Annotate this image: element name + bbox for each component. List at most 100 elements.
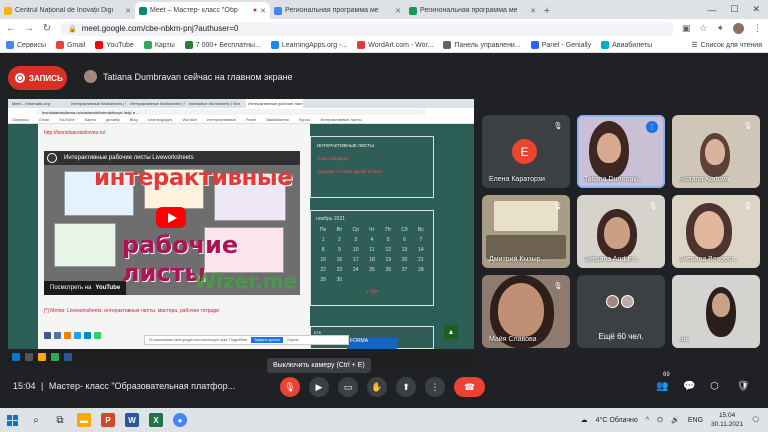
lock-icon: 🔒 xyxy=(68,25,77,33)
bookmark[interactable]: LearningApps.org -... xyxy=(270,41,347,49)
cookie-banner: По умолчанию meet.google.com использует … xyxy=(144,335,349,345)
tab-close-icon[interactable]: ✕ xyxy=(530,7,536,15)
more-participants-tile[interactable]: Ещё 60 чел. xyxy=(577,275,665,348)
more-vert-icon: ⋮ xyxy=(430,381,440,392)
chrome-icon: ● xyxy=(173,413,187,427)
url-field[interactable]: 🔒 meet.google.com/cbe-nbkm-pnj?authuser=… xyxy=(60,21,674,36)
taskbar-app[interactable]: X xyxy=(144,408,168,432)
calendar-date: 12 xyxy=(385,247,392,253)
recording-button[interactable]: ЗАПИСЬ xyxy=(8,66,67,90)
browser-tab[interactable]: Centrul Național de Inovații Digi ✕ xyxy=(0,2,135,19)
taskbar-app[interactable]: P xyxy=(96,408,120,432)
host-controls-icon[interactable]: 🛡 xyxy=(737,381,750,392)
presenter-notice: Tatiana Dumbravan сейчас на главном экра… xyxy=(84,70,293,83)
bookmark[interactable]: Авиабилеты xyxy=(601,41,652,49)
recording-label: ЗАПИСЬ xyxy=(29,73,63,83)
profile-avatar[interactable] xyxy=(733,23,744,34)
tab-close-icon[interactable]: ✕ xyxy=(395,7,401,15)
tab-favicon-icon xyxy=(4,6,12,15)
clock[interactable]: 15:04 30.11.2021 xyxy=(711,411,743,429)
calendar-date: 10 xyxy=(352,247,359,253)
tray-chevron-icon[interactable]: ^ xyxy=(646,417,649,424)
browser-tab-active[interactable]: Meet – Мастер- класс "Обр ● ✕ xyxy=(135,2,270,19)
present-button[interactable]: ⬆ xyxy=(396,377,416,397)
participant-video xyxy=(604,217,630,249)
new-tab-icon[interactable]: + xyxy=(540,2,554,19)
volume-icon[interactable]: 🔊 xyxy=(671,416,680,424)
notifications-icon[interactable]: 🗨 xyxy=(751,416,760,424)
star-icon[interactable]: ☆ xyxy=(699,23,707,34)
browser-tab[interactable]: Региональная программа ме ✕ xyxy=(270,2,405,19)
browser-tab[interactable]: Регинональная программа ме ✕ xyxy=(405,2,540,19)
minimize-icon[interactable]: — xyxy=(707,5,716,15)
network-icon[interactable]: ⌬ xyxy=(657,416,663,424)
bookmark[interactable]: WordArt.com - Wor... xyxy=(357,41,433,49)
bookmark[interactable]: Сервисы xyxy=(6,41,46,49)
participant-name: Tatiana Dumbrav... xyxy=(584,176,643,183)
activities-icon[interactable]: ⬡ xyxy=(710,381,719,392)
weather-text[interactable]: 4°C Облачно xyxy=(596,417,638,424)
participant-tile[interactable]: 🎙 Roxana Kortova xyxy=(672,115,760,188)
close-window-icon[interactable]: ✕ xyxy=(752,4,760,15)
tab-close-icon[interactable]: ✕ xyxy=(260,7,266,15)
camera-button[interactable]: ▶ xyxy=(309,377,329,397)
bookmark[interactable]: Карты xyxy=(143,41,175,49)
maximize-icon[interactable]: ☐ xyxy=(730,4,738,15)
mic-off-button[interactable]: 🎙 xyxy=(280,377,300,397)
taskbar-app[interactable]: ▬ xyxy=(72,408,96,432)
windows-icon xyxy=(12,353,20,361)
bookmark[interactable]: Gmail xyxy=(56,41,85,49)
participant-tile[interactable]: 🎙 Svetlana Bespeci... xyxy=(672,195,760,268)
captions-button[interactable]: ▭ xyxy=(338,377,358,397)
bookmark[interactable]: Panel - Genially xyxy=(530,41,591,49)
bookmarks-bar: Сервисы Gmail YouTube Карты 7 000+ Беспл… xyxy=(0,38,768,53)
hand-icon: ✋ xyxy=(371,381,383,392)
calendar-date: 2 xyxy=(338,237,341,243)
search-icon[interactable]: ⌕ xyxy=(24,408,48,432)
bookmark[interactable]: YouTube xyxy=(95,41,134,49)
participant-video xyxy=(712,293,730,317)
bookmark[interactable]: 7 000+ Бесплатны... xyxy=(184,41,261,49)
mic-off-icon: 🎙 xyxy=(553,123,563,130)
leave-call-button[interactable]: ☎ xyxy=(454,377,485,397)
bookmark[interactable]: Панель управлени... xyxy=(443,41,521,49)
participant-video xyxy=(705,139,725,165)
chat-icon[interactable]: 💬 xyxy=(683,381,695,392)
tab-close-icon[interactable]: ✕ xyxy=(125,7,131,15)
twitter-icon xyxy=(74,332,81,339)
self-view-tile[interactable]: Вы xyxy=(672,275,760,348)
language-indicator[interactable]: ENG xyxy=(688,417,703,424)
more-options-button[interactable]: ⋮ xyxy=(425,377,445,397)
reload-icon[interactable]: ↻ xyxy=(42,23,52,34)
raise-hand-button[interactable]: ✋ xyxy=(367,377,387,397)
meet-top-bar: ЗАПИСЬ Tatiana Dumbravan сейчас на главн… xyxy=(0,53,768,99)
participants-icon[interactable]: 👥 xyxy=(656,381,668,392)
meeting-info: 15:04 | Мастер- класс "Образовательная п… xyxy=(13,381,236,391)
menu-icon[interactable]: ⋮ xyxy=(753,23,762,34)
taskbar-app[interactable]: W xyxy=(120,408,144,432)
camera-tooltip: Выключить камеру (Ctrl + E) xyxy=(267,358,371,373)
hang-up-icon: ☎ xyxy=(463,381,476,392)
start-button[interactable] xyxy=(0,408,24,432)
participant-tile[interactable]: 🎙 Svetlana Anduro... xyxy=(577,195,665,268)
tab-title: Регинональная программа ме xyxy=(420,7,518,14)
taskbar-app[interactable]: ● xyxy=(168,408,192,432)
reading-list[interactable]: ☰ Список для чтения xyxy=(691,41,762,50)
captions-icon: ▭ xyxy=(343,381,353,392)
task-view-icon[interactable]: ⧉ xyxy=(48,408,72,432)
scroll-up-icon: ▲ xyxy=(444,325,458,339)
forward-icon[interactable]: → xyxy=(24,23,34,34)
participant-tile[interactable]: 🎙 Майя Славова xyxy=(482,275,570,348)
participant-tile[interactable]: E 🎙 Елена Караторзи xyxy=(482,115,570,188)
camera-in-use-icon[interactable]: ▣ xyxy=(682,23,691,34)
calendar-day-header: Чт xyxy=(369,227,375,233)
participant-tile[interactable]: ⋮ Tatiana Dumbrav... xyxy=(577,115,665,188)
extensions-icon[interactable]: ✦ xyxy=(716,23,724,34)
shared-tab-active: Интерактивные рабочие листы xyxy=(246,99,303,108)
calendar-day-header: Вт xyxy=(336,227,343,233)
participant-tile[interactable]: 🎙 Дмитрий Кызыр... xyxy=(482,195,570,268)
calendar-day-header: Ср xyxy=(352,227,359,233)
shared-tab: Meet – Informatic.org xyxy=(12,101,50,106)
participant-name: Roxana Kortova xyxy=(679,176,730,183)
back-icon[interactable]: ← xyxy=(6,23,16,34)
